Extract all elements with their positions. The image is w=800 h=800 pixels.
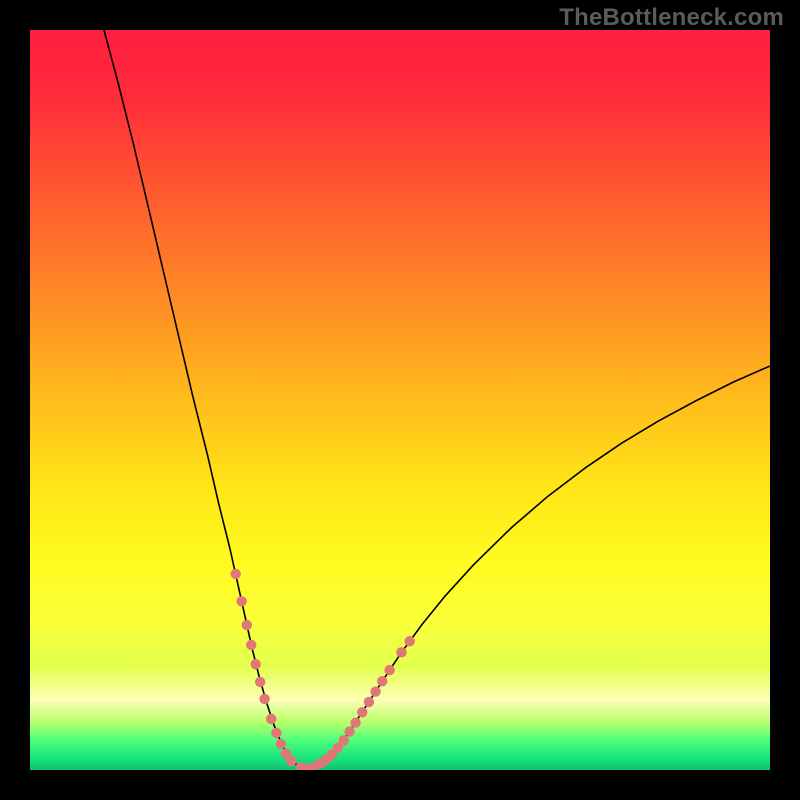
curve-marker xyxy=(246,640,256,650)
curve-marker xyxy=(236,596,246,606)
chart-frame: TheBottleneck.com xyxy=(0,0,800,800)
curve-marker xyxy=(259,694,269,704)
gradient-background xyxy=(30,30,770,770)
curve-marker xyxy=(357,707,367,717)
curve-marker xyxy=(344,726,354,736)
curve-marker xyxy=(350,717,360,727)
curve-marker xyxy=(404,636,414,646)
curve-marker xyxy=(231,569,241,579)
curve-marker xyxy=(396,647,406,657)
curve-marker xyxy=(266,714,276,724)
chart-svg xyxy=(30,30,770,770)
curve-marker xyxy=(276,739,286,749)
curve-marker xyxy=(364,697,374,707)
curve-marker xyxy=(286,756,296,766)
curve-marker xyxy=(255,677,265,687)
curve-marker xyxy=(242,620,252,630)
curve-marker xyxy=(384,665,394,675)
curve-marker xyxy=(271,728,281,738)
curve-marker xyxy=(377,676,387,686)
curve-marker xyxy=(339,735,349,745)
plot-area xyxy=(30,30,770,770)
watermark-text: TheBottleneck.com xyxy=(559,4,784,32)
curve-marker xyxy=(251,659,261,669)
curve-marker xyxy=(370,686,380,696)
